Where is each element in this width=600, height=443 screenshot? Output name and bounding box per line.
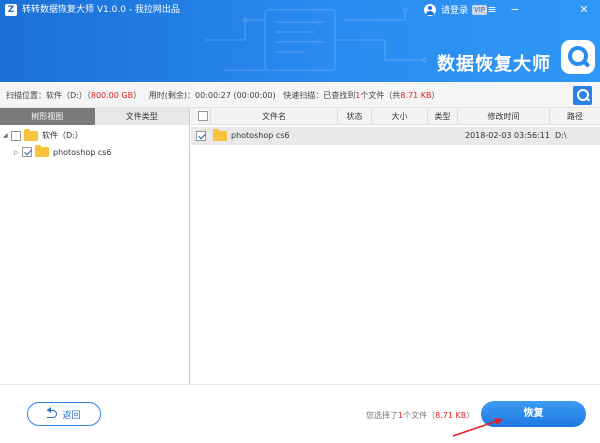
app-logo: Z bbox=[5, 4, 17, 16]
header-status[interactable]: 状态 bbox=[338, 108, 372, 125]
select-all-checkbox[interactable] bbox=[197, 111, 208, 121]
login-label: 请登录 bbox=[441, 6, 469, 16]
header-size[interactable]: 大小 bbox=[372, 108, 428, 125]
window-title: 转转数据恢复大师 V1.0.0 - 我拉网出品 bbox=[22, 5, 180, 15]
expand-icon[interactable]: ◢ bbox=[3, 132, 11, 139]
selected-prefix: 您选择了 bbox=[366, 411, 398, 420]
scan-size-open: ）（ bbox=[78, 91, 91, 100]
file-list-panel: 文件名 状态 大小 类型 修改时间 路径 photoshop cs6 2018-… bbox=[191, 108, 600, 384]
scan-time: 用时(剩余)：00:00:27 (00:00:00) bbox=[148, 91, 276, 100]
collapse-icon[interactable]: ▷ bbox=[14, 149, 22, 156]
restore-button[interactable]: 恢复 bbox=[481, 401, 586, 427]
folder-icon bbox=[213, 129, 227, 141]
brand-title: 数据恢复大师 bbox=[437, 54, 551, 75]
tree-checkbox-drive[interactable] bbox=[11, 130, 21, 141]
tab-file-type[interactable]: 文件类型 bbox=[94, 108, 189, 125]
scan-size: 800.00 GB bbox=[90, 91, 134, 100]
tree-item-photoshop[interactable]: ▷ photoshop cs6 bbox=[14, 145, 112, 157]
scan-info-text: 扫描位置：软件（D:）（800.00 GB） 用时(剩余)：00:00:27 (… bbox=[6, 90, 439, 101]
tree-panel: 树形视图 文件类型 ◢ 软件（D:） ▷ photoshop cs6 bbox=[0, 108, 190, 384]
found-size: 8.71 KB bbox=[400, 91, 432, 100]
selected-suffix: ） bbox=[466, 411, 475, 420]
scan-size-close: ） bbox=[133, 91, 142, 100]
brand-logo-icon bbox=[561, 40, 595, 74]
scan-info-bar: 扫描位置：软件（D:）（800.00 GB） 用时(剩余)：00:00:27 (… bbox=[0, 82, 600, 108]
login-button[interactable]: 请登录 VIP bbox=[424, 3, 488, 16]
header-select-all[interactable] bbox=[191, 108, 211, 125]
header-type[interactable]: 类型 bbox=[428, 108, 458, 125]
title-bar: Z 转转数据恢复大师 V1.0.0 - 我拉网出品 请登录 VIP ≡ − ✕ … bbox=[0, 0, 600, 82]
tree-label-photoshop: photoshop cs6 bbox=[53, 147, 112, 157]
user-icon bbox=[424, 3, 436, 16]
tree-checkbox-photoshop[interactable] bbox=[22, 147, 32, 157]
search-button[interactable] bbox=[573, 86, 592, 105]
tree-item-drive[interactable]: ◢ 软件（D:） bbox=[3, 128, 83, 141]
found-unit: 个文件（共 bbox=[360, 91, 401, 100]
row-path: D:\ bbox=[555, 131, 567, 140]
selection-summary: 您选择了1个文件（8.71 KB） bbox=[366, 410, 474, 421]
header-filename[interactable]: 文件名 bbox=[211, 108, 338, 125]
tab-tree-view[interactable]: 树形视图 bbox=[0, 108, 95, 125]
scan-drive: D: bbox=[70, 91, 79, 100]
back-button[interactable]: 返回 bbox=[27, 402, 101, 426]
row-filename: photoshop cs6 bbox=[231, 131, 290, 140]
folder-icon bbox=[24, 128, 38, 141]
header-modified[interactable]: 修改时间 bbox=[458, 108, 550, 125]
selected-mid: 个文件（ bbox=[403, 411, 436, 420]
row-modified: 2018-02-03 03:56:11 bbox=[465, 131, 550, 140]
scan-mode: 快速扫描：已查找到 bbox=[283, 91, 356, 100]
folder-icon bbox=[35, 145, 49, 157]
row-filename-cell: photoshop cs6 bbox=[213, 127, 289, 145]
close-icon[interactable]: ✕ bbox=[575, 2, 593, 18]
header-path[interactable]: 路径 bbox=[550, 108, 600, 125]
row-checkbox[interactable] bbox=[196, 131, 206, 141]
tree-label-drive: 软件（D:） bbox=[42, 131, 83, 140]
selected-size: 8.71 KB bbox=[435, 411, 467, 420]
table-row[interactable]: photoshop cs6 2018-02-03 03:56:11 D:\ bbox=[191, 127, 600, 145]
view-tabs: 树形视图 文件类型 bbox=[0, 108, 189, 125]
table-header: 文件名 状态 大小 类型 修改时间 路径 bbox=[191, 108, 600, 125]
scan-location-label: 扫描位置：软件（ bbox=[6, 91, 70, 100]
found-close: ） bbox=[431, 91, 440, 100]
minimize-icon[interactable]: − bbox=[506, 2, 524, 18]
menu-icon[interactable]: ≡ bbox=[483, 2, 501, 18]
back-label: 返回 bbox=[62, 410, 81, 421]
back-arrow-icon bbox=[47, 407, 58, 418]
